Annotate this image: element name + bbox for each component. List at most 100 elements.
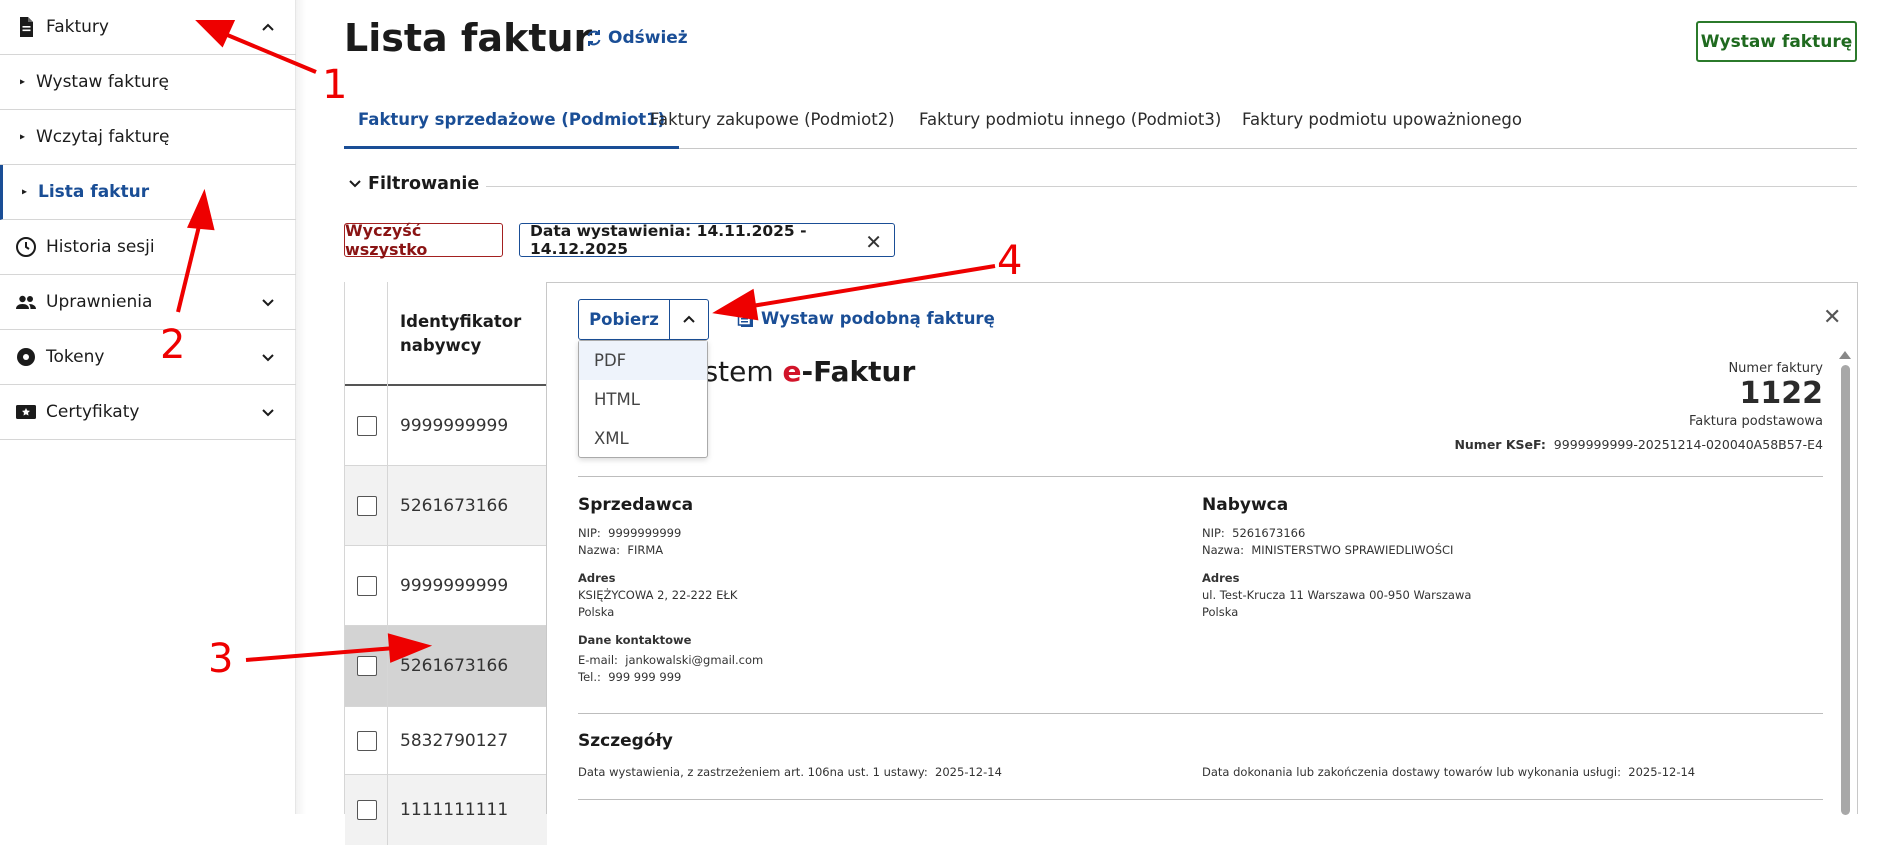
buyer-id-cell: 5261673166 [400,656,509,676]
refresh-button[interactable]: Odśwież [584,28,688,48]
table-row[interactable]: 1111111111 [345,775,547,845]
sidebar-item-wystaw-fakture[interactable]: ▸ Wystaw fakturę [0,55,296,110]
chevron-down-icon [262,354,274,362]
delivery-date: 2025-12-14 [1628,765,1696,779]
buyer-nip: 5261673166 [1232,526,1306,540]
label: Nazwa: [578,543,621,557]
invoice-tabs: Faktury sprzedażowe (Podmiot1) Faktury z… [344,98,1857,149]
sidebar-item-certyfikaty[interactable]: Certyfikaty [0,385,296,440]
seller-email: jankowalski@gmail.com [625,653,764,667]
issue-date: 2025-12-14 [935,765,1002,779]
row-checkbox[interactable] [357,495,377,516]
issue-invoice-button[interactable]: Wystaw fakturę [1696,21,1857,62]
chevron-down-icon [349,180,361,188]
column-header-buyer-id[interactable]: Identyfikator nabywcy [400,310,521,358]
document-icon [20,17,33,37]
buyer-name: MINISTERSTWO SPRAWIEDLIWOŚCI [1251,543,1454,557]
sidebar-item-label: Faktury [46,17,109,37]
chevron-up-icon [683,315,695,323]
label: E-mail: [578,653,618,667]
download-dropdown-toggle[interactable] [669,299,709,340]
row-checkbox[interactable] [357,656,377,676]
buyer-address: ul. Test-Krucza 11 Warszawa 00-950 Warsz… [1202,588,1472,602]
certificate-icon [16,405,36,419]
sidebar-item-lista-faktur[interactable]: ▸ Lista faktur [0,165,296,220]
scroll-up-arrow-icon[interactable] [1839,351,1851,359]
filter-toggle[interactable]: Filtrowanie [348,174,479,194]
date-filter-chip[interactable]: Data wystawienia: 14.11.2025 - 14.12.202… [519,222,895,258]
column-header-line: nabywcy [400,336,482,355]
checkbox-cell [345,466,388,545]
token-icon [17,348,35,366]
triangle-icon: ▸ [20,76,26,88]
label: Data wystawienia, z zastrzeżeniem art. 1… [578,765,928,779]
tab-sales-invoices[interactable]: Faktury sprzedażowe (Podmiot1) [344,98,680,149]
tab-purchase-invoices[interactable]: Faktury zakupowe (Podmiot2) [650,98,895,149]
menu-item-html[interactable]: HTML [579,380,707,419]
invoice-meta: Numer faktury 1122 Faktura podstawowa Nu… [1454,361,1823,452]
checkbox-cell [345,626,388,706]
label: Data dokonania lub zakończenia dostawy t… [1202,765,1621,779]
table-row[interactable]: 9999999999 [345,386,547,466]
label: Adres [578,571,616,585]
sidebar-item-label: Wczytaj fakturę [36,127,170,147]
checkbox-cell [345,707,388,774]
table-row[interactable]: 9999999999 [345,546,547,626]
seller-name: FIRMA [627,543,664,557]
sidebar-item-faktury[interactable]: Faktury [0,0,296,55]
filter-heading: Filtrowanie [368,174,480,194]
ksef-label: Numer KSeF: [1454,437,1546,452]
annotation-number-2: 2 [160,322,186,368]
people-icon [16,295,36,309]
label: NIP: [578,526,601,540]
checkbox-column-header [345,282,388,386]
ksef-value: 9999999999-20251214-020040A58B57-E4 [1553,437,1823,452]
invoice-number: 1122 [1739,376,1824,411]
table-header: Identyfikator nabywcy [345,282,547,386]
divider [486,186,1857,187]
chevron-down-icon [262,409,274,417]
buyer-country: Polska [1202,605,1239,619]
divider [578,799,1823,800]
row-checkbox[interactable] [357,800,377,820]
tab-other-entity-invoices[interactable]: Faktury podmiotu innego (Podmiot3) [919,98,1221,149]
close-icon[interactable]: ✕ [1823,305,1841,330]
sidebar-item-wczytaj-fakture[interactable]: ▸ Wczytaj fakturę [0,110,296,165]
menu-item-pdf[interactable]: PDF [579,341,707,380]
menu-item-xml[interactable]: XML [579,419,707,458]
checkbox-cell [345,386,388,465]
tab-authorized-entity-invoices[interactable]: Faktury podmiotu upoważnionego [1242,98,1522,149]
label: NIP: [1202,526,1225,540]
delivery-date-row: Data dokonania lub zakończenia dostawy t… [1202,764,1695,781]
row-checkbox[interactable] [357,415,377,436]
sidebar-item-label: Historia sesji [46,237,155,257]
refresh-icon [587,30,601,46]
invoice-preview-panel: Pobierz Wystaw podobną fakturę ✕ PDF HTM… [546,282,1858,815]
invoice-number-label: Numer faktury [1728,361,1823,376]
sidebar-item-label: Wystaw fakturę [36,72,169,92]
row-checkbox[interactable] [357,730,377,751]
label: Adres [1202,571,1240,585]
divider [578,476,1823,477]
label: Tel.: [578,670,601,684]
table-row[interactable]: 5261673166 [345,466,547,546]
triangle-icon: ▸ [22,186,28,198]
sidebar: Faktury ▸ Wystaw fakturę ▸ Wczytaj faktu… [0,0,296,814]
page-title: Lista faktur [344,16,593,60]
chevron-down-icon [262,299,274,307]
sidebar-item-uprawnienia[interactable]: Uprawnienia [0,275,296,330]
seller-details: NIP: 9999999999 Nazwa: FIRMA Adres KSIĘŻ… [578,525,763,686]
column-header-line: Identyfikator [400,312,522,331]
clear-all-button[interactable]: Wyczyść wszystko [344,221,503,259]
ksef-number: Numer KSeF: 9999999999-20251214-020040A5… [1454,437,1823,452]
table-row-selected[interactable]: 5261673166 [345,626,547,707]
download-button[interactable]: Pobierz [578,299,670,340]
download-format-menu: PDF HTML XML [578,340,708,458]
close-icon[interactable]: ✕ [865,230,882,254]
sidebar-item-historia-sesji[interactable]: Historia sesji [0,220,296,275]
scrollbar[interactable] [1841,365,1850,815]
issue-similar-invoice-button[interactable]: Wystaw podobną fakturę [737,309,995,328]
row-checkbox[interactable] [357,575,377,596]
sidebar-item-tokeny[interactable]: Tokeny [0,330,296,385]
table-row[interactable]: 5832790127 [345,707,547,775]
